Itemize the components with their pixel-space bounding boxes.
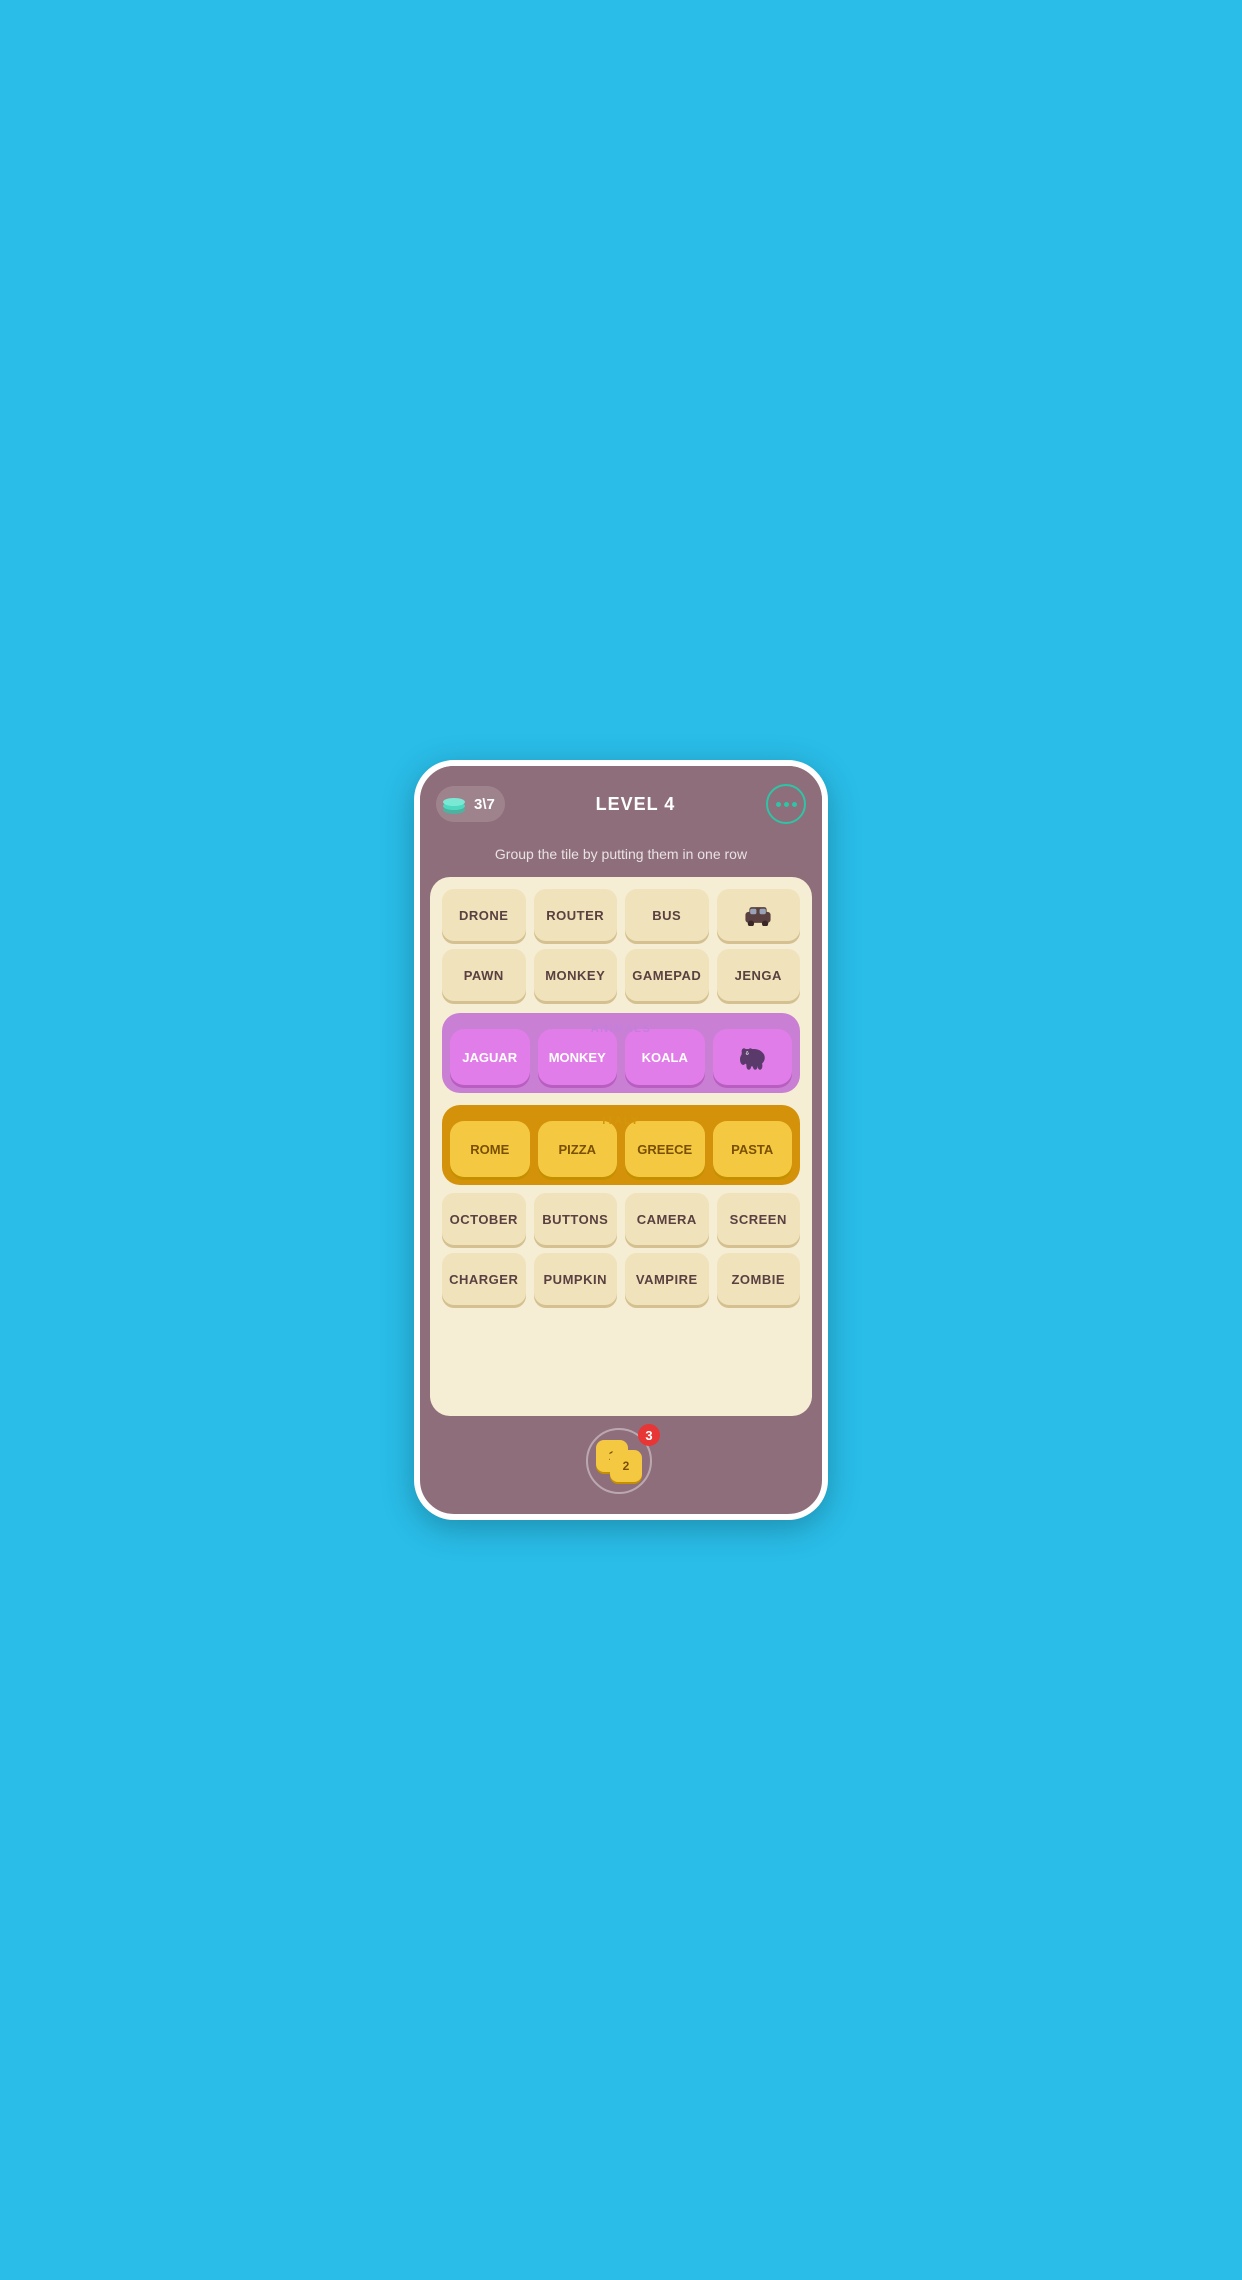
hint-count-badge: 3 — [638, 1424, 660, 1446]
tile-buttons[interactable]: BUTTONS — [534, 1193, 618, 1245]
tile-monkey[interactable]: MONKEY — [538, 1029, 618, 1085]
menu-dot-2 — [784, 802, 789, 807]
animals-section: ANIMALS JAGUAR MONKEY KOALA — [442, 1013, 800, 1093]
car-icon — [742, 904, 774, 926]
hint-tiles: 1 2 — [596, 1440, 642, 1482]
elephant-icon — [736, 1043, 768, 1071]
grid-row-1: DRONE ROUTER BUS — [442, 889, 800, 941]
header: 3\7 LEVEL 4 — [420, 766, 822, 836]
tile-vampire[interactable]: VAMPIRE — [625, 1253, 709, 1305]
italy-container: ITALY ROME PIZZA GREECE PASTA — [442, 1105, 800, 1185]
tile-october[interactable]: OCTOBER — [442, 1193, 526, 1245]
tile-zombie[interactable]: ZOMBIE — [717, 1253, 801, 1305]
menu-dot-1 — [776, 802, 781, 807]
tile-charger[interactable]: CHARGER — [442, 1253, 526, 1305]
tile-elephant[interactable] — [713, 1029, 793, 1085]
menu-button[interactable] — [766, 784, 806, 824]
menu-dot-3 — [792, 802, 797, 807]
tile-rome[interactable]: ROME — [450, 1121, 530, 1177]
tile-camera[interactable]: CAMERA — [625, 1193, 709, 1245]
score-display: 3\7 — [474, 796, 495, 813]
tile-pawn[interactable]: PAWN — [442, 949, 526, 1001]
animals-row: JAGUAR MONKEY KOALA — [450, 1029, 792, 1085]
italy-section: ITALY ROME PIZZA GREECE PASTA — [442, 1105, 800, 1185]
tile-pizza[interactable]: PIZZA — [538, 1121, 618, 1177]
tile-pumpkin[interactable]: PUMPKIN — [534, 1253, 618, 1305]
tile-drone[interactable]: DRONE — [442, 889, 526, 941]
hint-tile-2: 2 — [610, 1450, 642, 1482]
tile-monkey2[interactable]: MONKEY — [534, 949, 618, 1001]
level-title: LEVEL 4 — [596, 794, 676, 815]
tile-jaguar[interactable]: JAGUAR — [450, 1029, 530, 1085]
animals-container: ANIMALS JAGUAR MONKEY KOALA — [442, 1013, 800, 1093]
tile-car[interactable] — [717, 889, 801, 941]
italy-row: ROME PIZZA GREECE PASTA — [450, 1121, 792, 1177]
grid-row-3: OCTOBER BUTTONS CAMERA SCREEN — [442, 1193, 800, 1245]
tile-router[interactable]: ROUTER — [534, 889, 618, 941]
animals-label: ANIMALS — [450, 1023, 792, 1035]
grid-row-4: CHARGER PUMPKIN VAMPIRE ZOMBIE — [442, 1253, 800, 1305]
layers-icon — [440, 790, 468, 818]
score-badge: 3\7 — [436, 786, 505, 822]
tile-screen[interactable]: SCREEN — [717, 1193, 801, 1245]
phone-frame: 3\7 LEVEL 4 Group the tile by putting th… — [414, 760, 828, 1520]
italy-label: ITALY — [450, 1115, 792, 1127]
grid-row-2: PAWN MONKEY GAMEPAD JENGA — [442, 949, 800, 1001]
instruction-text: Group the tile by putting them in one ro… — [420, 836, 822, 877]
tile-pasta[interactable]: PASTA — [713, 1121, 793, 1177]
bottom-area: 3 1 2 — [420, 1416, 822, 1514]
tile-bus[interactable]: BUS — [625, 889, 709, 941]
hints-container[interactable]: 3 1 2 — [586, 1428, 656, 1498]
game-board: DRONE ROUTER BUS PAWN MONKEY GAMEPAD JEN… — [430, 877, 812, 1416]
tile-greece[interactable]: GREECE — [625, 1121, 705, 1177]
tile-jenga[interactable]: JENGA — [717, 949, 801, 1001]
tile-koala[interactable]: KOALA — [625, 1029, 705, 1085]
tile-gamepad[interactable]: GAMEPAD — [625, 949, 709, 1001]
